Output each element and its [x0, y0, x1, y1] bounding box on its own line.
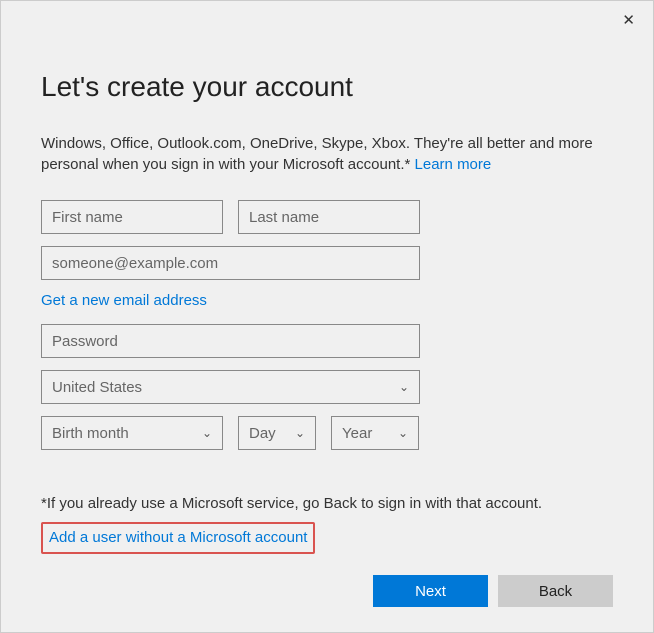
birth-year-value: Year [342, 425, 372, 442]
birth-month-select[interactable]: Birth month ⌄ [41, 416, 223, 450]
add-user-without-ms-account-link[interactable]: Add a user without a Microsoft account [49, 529, 307, 546]
chevron-down-icon: ⌄ [202, 426, 212, 440]
content-area: Let's create your account Windows, Offic… [1, 1, 653, 554]
next-button[interactable]: Next [373, 575, 488, 607]
create-account-window: ✕ Let's create your account Windows, Off… [0, 0, 654, 633]
button-row: Next Back [373, 575, 613, 607]
learn-more-link[interactable]: Learn more [415, 156, 492, 173]
close-icon[interactable]: ✕ [614, 7, 643, 33]
email-input[interactable] [41, 246, 420, 280]
password-input[interactable] [41, 324, 420, 358]
first-name-input[interactable] [41, 200, 223, 234]
chevron-down-icon: ⌄ [399, 380, 409, 394]
birth-day-select[interactable]: Day ⌄ [238, 416, 316, 450]
birth-month-value: Birth month [52, 425, 129, 442]
chevron-down-icon: ⌄ [398, 426, 408, 440]
country-select[interactable]: United States ⌄ [41, 370, 420, 404]
footnote-text: *If you already use a Microsoft service,… [41, 495, 613, 512]
back-button[interactable]: Back [498, 575, 613, 607]
birth-day-value: Day [249, 425, 276, 442]
chevron-down-icon: ⌄ [295, 426, 305, 440]
description-text: Windows, Office, Outlook.com, OneDrive, … [41, 133, 613, 175]
last-name-input[interactable] [238, 200, 420, 234]
highlighted-link-box: Add a user without a Microsoft account [41, 522, 315, 554]
country-value: United States [52, 379, 142, 396]
get-new-email-link[interactable]: Get a new email address [41, 292, 613, 309]
page-title: Let's create your account [41, 71, 613, 103]
birth-year-select[interactable]: Year ⌄ [331, 416, 419, 450]
description-body: Windows, Office, Outlook.com, OneDrive, … [41, 135, 593, 173]
